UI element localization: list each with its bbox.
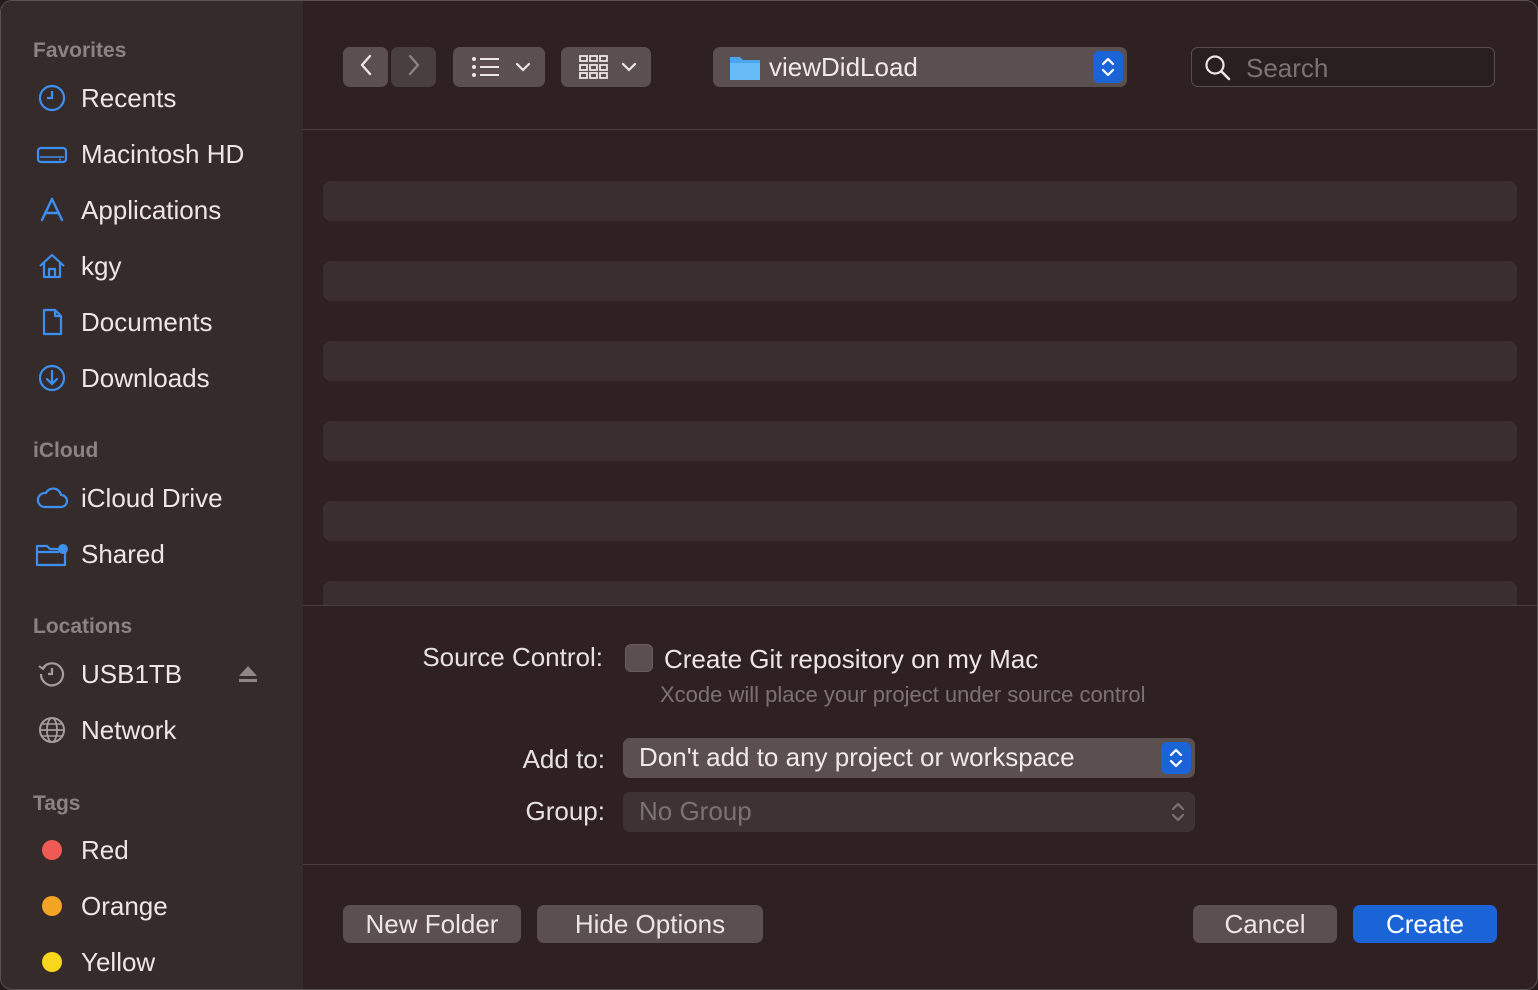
sidebar-item-macintosh-hd[interactable]: Macintosh HD [1, 130, 303, 178]
sidebar-item-tag-orange[interactable]: Orange [1, 882, 303, 930]
grid-view-icon [579, 55, 609, 79]
icloud-section-title: iCloud [33, 439, 99, 462]
sidebar-item-label: USB1TB [81, 658, 183, 689]
list-view-button[interactable] [453, 47, 545, 87]
toolbar: viewDidLoad [303, 1, 1537, 130]
hide-options-button[interactable]: Hide Options [537, 905, 763, 943]
download-icon [35, 364, 69, 392]
git-checkbox-label: Create Git repository on my Mac [664, 644, 1039, 674]
hard-drive-icon [35, 140, 69, 168]
sidebar-item-recents[interactable]: Recents [1, 74, 303, 122]
favorites-section-title: Favorites [33, 39, 127, 62]
globe-icon [35, 716, 69, 744]
red-tag-dot-icon [35, 836, 69, 864]
sidebar-item-home[interactable]: kgy [1, 242, 303, 290]
chevron-right-icon [406, 53, 422, 82]
file-row-placeholder [323, 501, 1517, 541]
time-machine-icon [35, 660, 69, 688]
add-to-label: Add to: [522, 744, 605, 774]
forward-button[interactable] [391, 47, 436, 87]
create-button[interactable]: Create [1353, 905, 1497, 943]
sidebar-item-network[interactable]: Network [1, 706, 303, 754]
applications-icon [35, 196, 69, 224]
list-view-icon [471, 56, 501, 78]
git-hint-text: Xcode will place your project under sour… [660, 682, 1146, 707]
file-row-placeholder [323, 581, 1517, 606]
save-dialog: Favorites Recents Macintosh HD Applicati… [0, 0, 1538, 990]
search-icon [1204, 54, 1232, 82]
sidebar-item-label: Orange [81, 890, 168, 921]
sidebar: Favorites Recents Macintosh HD Applicati… [1, 1, 303, 989]
locations-section-title: Locations [33, 615, 133, 638]
orange-tag-dot-icon [35, 892, 69, 920]
cloud-icon [35, 484, 69, 512]
sidebar-item-applications[interactable]: Applications [1, 186, 303, 234]
sidebar-item-label: Red [81, 834, 129, 865]
home-icon [35, 252, 69, 280]
add-to-popup[interactable]: Don't add to any project or workspace [623, 738, 1195, 778]
sidebar-item-documents[interactable]: Documents [1, 298, 303, 346]
yellow-tag-dot-icon [35, 948, 69, 976]
sidebar-item-icloud-drive[interactable]: iCloud Drive [1, 474, 303, 522]
sidebar-item-usb1tb[interactable]: USB1TB [1, 650, 303, 698]
add-to-value: Don't add to any project or workspace [639, 742, 1075, 772]
group-value: No Group [639, 796, 752, 826]
sidebar-item-label: Network [81, 714, 177, 745]
search-field[interactable] [1191, 47, 1495, 87]
popup-stepper-icon [1171, 800, 1185, 824]
sidebar-item-label: Documents [81, 306, 213, 337]
sidebar-item-label: Shared [81, 538, 165, 569]
sidebar-item-label: Applications [81, 194, 222, 225]
sidebar-item-label: Macintosh HD [81, 138, 245, 169]
sidebar-item-shared[interactable]: Shared [1, 530, 303, 578]
chevron-down-icon [515, 62, 531, 72]
shared-folder-icon [35, 540, 69, 568]
document-icon [35, 308, 69, 336]
sidebar-item-label: kgy [81, 250, 122, 281]
options-panel: Source Control: Create Git repository on… [303, 605, 1537, 865]
sidebar-item-tag-red[interactable]: Red [1, 826, 303, 874]
popup-stepper-icon [1161, 742, 1191, 774]
sidebar-item-tag-yellow[interactable]: Yellow [1, 938, 303, 986]
sidebar-item-label: iCloud Drive [81, 482, 223, 513]
file-row-placeholder [323, 421, 1517, 461]
location-popup-label: viewDidLoad [769, 52, 918, 82]
group-popup[interactable]: No Group [623, 792, 1195, 832]
sidebar-item-downloads[interactable]: Downloads [1, 354, 303, 402]
source-control-label: Source Control: [422, 642, 603, 672]
sidebar-item-label: Yellow [81, 946, 156, 977]
group-label: Group: [525, 796, 606, 826]
clock-icon [35, 84, 69, 112]
location-popup[interactable]: viewDidLoad [713, 47, 1127, 87]
popup-stepper-icon [1093, 51, 1123, 83]
chevron-down-icon [621, 62, 637, 72]
chevron-left-icon [358, 53, 374, 82]
new-folder-button[interactable]: New Folder [343, 905, 521, 943]
search-input[interactable] [1244, 52, 1488, 84]
back-button[interactable] [343, 47, 388, 87]
sidebar-item-label: Recents [81, 82, 177, 113]
file-row-placeholder [323, 341, 1517, 381]
file-row-placeholder [323, 181, 1517, 221]
file-list[interactable] [303, 130, 1537, 606]
gallery-view-button[interactable] [561, 47, 651, 87]
sidebar-item-label: Downloads [81, 362, 210, 393]
cancel-button[interactable]: Cancel [1193, 905, 1337, 943]
file-row-placeholder [323, 261, 1517, 301]
folder-icon [729, 53, 761, 81]
eject-icon[interactable] [237, 664, 259, 689]
tags-section-title: Tags [33, 792, 81, 815]
git-repository-checkbox[interactable] [625, 644, 653, 672]
